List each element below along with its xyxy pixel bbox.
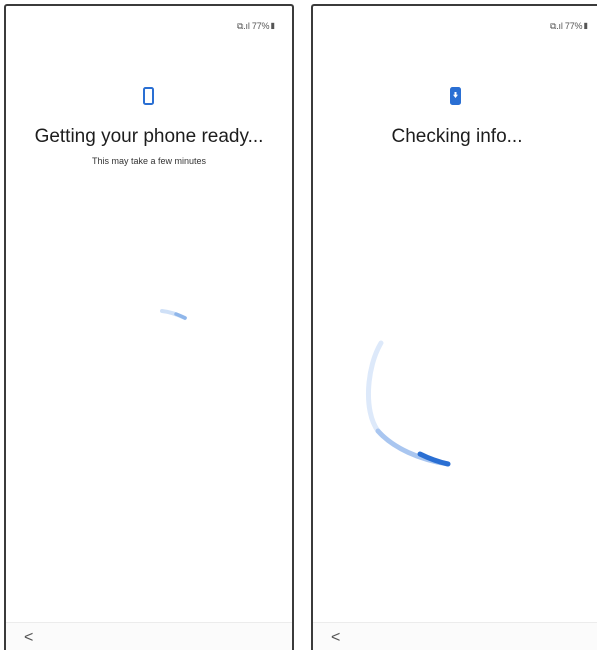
status-bar: ⧉.ıl 77%▮ xyxy=(237,21,276,31)
comparison-canvas: ⧉.ıl 77%▮ Getting your phone ready... Th… xyxy=(0,0,597,650)
navigation-bar: < xyxy=(313,622,597,650)
download-arrow-icon xyxy=(453,92,458,98)
back-button[interactable]: < xyxy=(24,628,33,648)
phone-screen-getting-ready: ⧉.ıl 77%▮ Getting your phone ready... Th… xyxy=(4,4,294,650)
page-subtitle: This may take a few minutes xyxy=(91,156,207,166)
loading-spinner xyxy=(160,309,187,320)
phone-screen-checking-info: ⧉.ıl 77%▮ Checking info... < xyxy=(311,4,597,650)
page-title: Getting your phone ready... xyxy=(34,126,264,147)
navigation-bar: < xyxy=(6,622,292,650)
page-title: Checking info... xyxy=(391,126,523,147)
phone-download-icon xyxy=(450,87,461,105)
loading-spinner xyxy=(366,340,451,467)
back-button[interactable]: < xyxy=(331,628,340,648)
status-bar: ⧉.ıl 77%▮ xyxy=(550,21,589,31)
phone-icon xyxy=(143,87,154,105)
